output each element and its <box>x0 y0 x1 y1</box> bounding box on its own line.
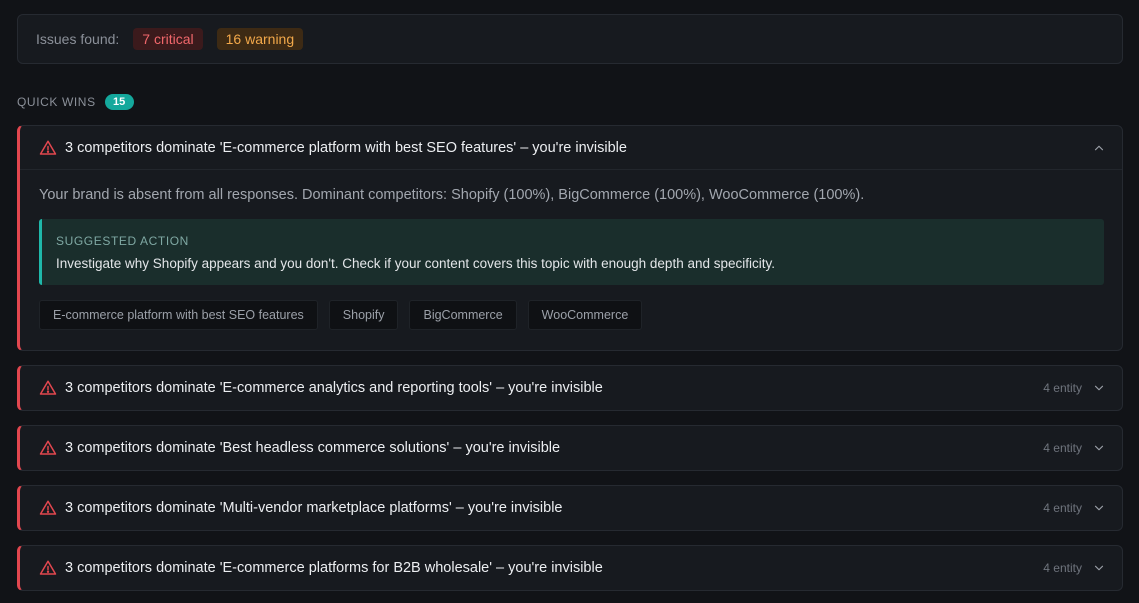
warning-triangle-icon <box>39 560 57 575</box>
warning-count-badge[interactable]: 16 warning <box>216 28 304 50</box>
entity-count: 4 entity <box>1043 501 1082 515</box>
chevron-up-icon[interactable] <box>1092 141 1106 155</box>
issue-card-header[interactable]: 3 competitors dominate 'Multi-vendor mar… <box>20 486 1122 530</box>
issue-description: Your brand is absent from all responses.… <box>39 187 865 203</box>
issue-card-collapsed[interactable]: 3 competitors dominate 'E-commerce analy… <box>17 365 1123 411</box>
issue-card-header[interactable]: 3 competitors dominate 'E-commerce platf… <box>20 126 1122 170</box>
entity-count: 4 entity <box>1043 381 1082 395</box>
issues-summary-bar: Issues found: 7 critical 16 warning <box>17 14 1123 64</box>
warning-triangle-icon <box>39 500 57 515</box>
entity-tag[interactable]: BigCommerce <box>409 300 517 330</box>
entity-tag[interactable]: E-commerce platform with best SEO featur… <box>39 300 318 330</box>
entity-count: 4 entity <box>1043 561 1082 575</box>
issue-card-header[interactable]: 3 competitors dominate 'E-commerce platf… <box>20 546 1122 590</box>
issue-card-body: Your brand is absent from all responses.… <box>20 170 1122 344</box>
issue-card-header[interactable]: 3 competitors dominate 'E-commerce analy… <box>20 366 1122 410</box>
issue-title: 3 competitors dominate 'Multi-vendor mar… <box>65 500 563 516</box>
issue-title: 3 competitors dominate 'Best headless co… <box>65 440 561 456</box>
issue-title: 3 competitors dominate 'E-commerce analy… <box>65 380 603 396</box>
quick-wins-count-badge: 15 <box>104 94 134 110</box>
warning-triangle-icon <box>39 440 57 455</box>
chevron-down-icon[interactable] <box>1092 441 1106 455</box>
quick-wins-title: QUICK WINS <box>17 95 96 109</box>
entity-tag[interactable]: Shopify <box>328 300 399 330</box>
chevron-down-icon[interactable] <box>1092 501 1106 515</box>
issue-title: 3 competitors dominate 'E-commerce platf… <box>65 139 627 156</box>
issue-card-collapsed[interactable]: 3 competitors dominate 'Best headless co… <box>17 425 1123 471</box>
issue-card-header[interactable]: 3 competitors dominate 'Best headless co… <box>20 426 1122 470</box>
warning-triangle-icon <box>39 140 57 155</box>
critical-count-badge[interactable]: 7 critical <box>133 28 203 50</box>
entity-count: 4 entity <box>1043 441 1082 455</box>
chevron-down-icon[interactable] <box>1092 381 1106 395</box>
quick-wins-heading: QUICK WINS 15 <box>17 94 134 110</box>
issues-found-label: Issues found: <box>36 31 120 47</box>
chevron-down-icon[interactable] <box>1092 561 1106 575</box>
warning-triangle-icon <box>39 380 57 395</box>
suggested-action-box: SUGGESTED ACTION Investigate why Shopify… <box>39 219 1104 285</box>
suggested-action-label: SUGGESTED ACTION <box>56 234 189 248</box>
entity-tag[interactable]: WooCommerce <box>527 300 643 330</box>
issue-card-collapsed[interactable]: 3 competitors dominate 'E-commerce platf… <box>17 545 1123 591</box>
issue-title: 3 competitors dominate 'E-commerce platf… <box>65 560 603 576</box>
suggested-action-text: Investigate why Shopify appears and you … <box>56 256 775 271</box>
issue-card-collapsed[interactable]: 3 competitors dominate 'Multi-vendor mar… <box>17 485 1123 531</box>
issue-card-expanded: 3 competitors dominate 'E-commerce platf… <box>17 125 1123 351</box>
entity-tags: E-commerce platform with best SEO featur… <box>39 300 1104 330</box>
